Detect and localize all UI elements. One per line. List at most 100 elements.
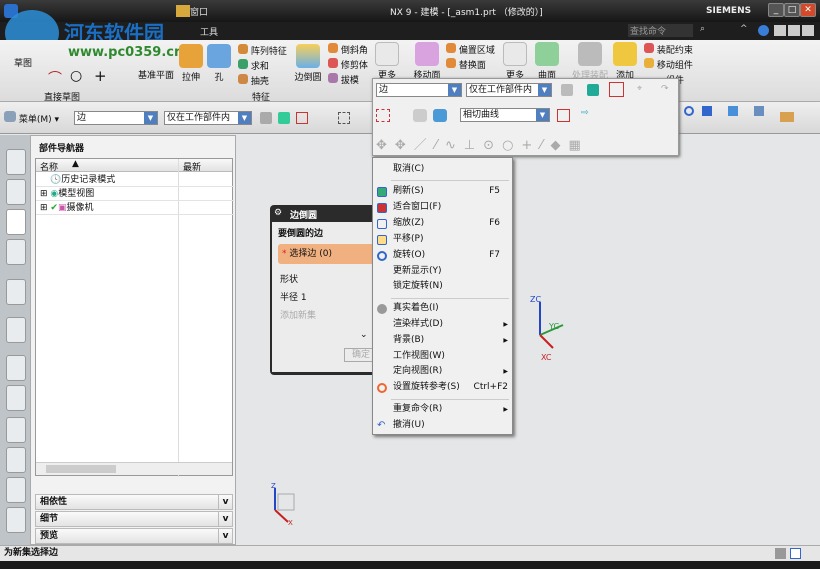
select-component-icon[interactable] (260, 112, 272, 124)
roles-tab[interactable] (6, 447, 26, 473)
collapse-ribbon-icon[interactable]: ^ (740, 24, 748, 34)
menu-item-undo[interactable]: ↶ 撤消(U) (373, 418, 512, 433)
draft-button[interactable]: 拔模 (328, 73, 359, 86)
menu-item-work-view[interactable]: 工作视图(W) (373, 349, 512, 364)
sketch-button[interactable]: 草图 (6, 56, 40, 69)
move-face-button[interactable]: 移动面 (412, 42, 442, 81)
constraint-navigator-tab[interactable] (6, 179, 26, 205)
filter-reset-icon[interactable] (278, 112, 290, 124)
system-scene-tab[interactable] (6, 507, 26, 533)
point-icon[interactable]: + (94, 67, 107, 85)
view-cube-icon[interactable] (728, 106, 738, 116)
tab-tools[interactable]: 工具 (200, 25, 218, 38)
follow-fillet-icon[interactable]: ⇨ (581, 108, 589, 118)
fit-icon[interactable] (702, 106, 712, 116)
system-visualization-tab[interactable] (6, 477, 26, 503)
snap-point-icon[interactable] (296, 112, 308, 124)
arc-icon[interactable]: ⌒ (48, 68, 62, 88)
menu-item-pan[interactable]: 平移(P) (373, 232, 512, 247)
process-tab[interactable] (6, 385, 26, 411)
menu-item-fit[interactable]: 适合窗口(F) (373, 200, 512, 215)
menu-item-set-rotation-ref[interactable]: 设置旋转参考(S) Ctrl+F2 (373, 380, 512, 395)
add-component-button[interactable]: 添加 (612, 42, 638, 81)
hole-button[interactable]: 孔 (206, 44, 232, 83)
menu-item-refresh[interactable]: 刷新(S) F5 (373, 184, 512, 199)
section-dependencies[interactable]: 相依性 v (35, 494, 233, 510)
column-name-header[interactable]: 名称 (40, 160, 58, 173)
menu-item-cancel[interactable]: 取消(C) (373, 162, 512, 177)
stop-at-intersection-icon[interactable] (557, 109, 570, 122)
section-details[interactable]: 细节 v (35, 511, 233, 527)
edge-blend-button[interactable]: 边倒圆 (292, 44, 324, 83)
select-edge-field[interactable]: * 选择边 (0) (278, 244, 378, 264)
circle-icon[interactable]: ○ (70, 68, 82, 84)
menu-item-background[interactable]: 背景(B) ▶ (373, 333, 512, 348)
select-body-icon[interactable] (433, 109, 447, 122)
reset-filter-icon[interactable] (587, 84, 599, 96)
horizontal-scrollbar[interactable] (36, 462, 232, 475)
select-component-icon[interactable] (561, 84, 573, 96)
menu-item-lock-rotation[interactable]: 锁定旋转(N) (373, 279, 512, 294)
menu-item-repeat-command[interactable]: 重复命令(R) ▶ (373, 402, 512, 417)
box-select-icon[interactable] (376, 109, 390, 122)
palette-tab[interactable] (6, 417, 26, 443)
pattern-feature-button[interactable]: 阵列特征 (238, 44, 287, 57)
assembly-constraint-button[interactable]: 装配约束 (644, 43, 693, 56)
more-button-2[interactable]: 更多 (502, 42, 528, 81)
clock-tab[interactable] (6, 355, 26, 381)
layout-icon[interactable] (775, 548, 786, 559)
history-tab[interactable] (6, 317, 26, 343)
popup-scope-select[interactable]: 仅在工作部件内 ▼ (466, 83, 552, 97)
menu-item-orient-view[interactable]: 定向视图(R) ▶ (373, 364, 512, 379)
trim-body-button[interactable]: 修剪体 (328, 58, 368, 71)
reuse-library-tab[interactable] (6, 239, 26, 265)
doc-restore-button[interactable] (788, 25, 800, 36)
gear-icon[interactable]: ⚙ (274, 208, 282, 218)
help-icon[interactable] (758, 25, 769, 36)
view-orient-icon[interactable] (754, 106, 764, 116)
section-preview[interactable]: 预览 v (35, 528, 233, 544)
edges-section-header[interactable]: 要倒圆的边 (278, 226, 323, 239)
datum-plane-button[interactable]: 基准平面 (136, 68, 176, 81)
replace-face-button[interactable]: 替换面 (446, 58, 486, 71)
maximize-button[interactable]: □ (784, 3, 800, 17)
box-select-icon[interactable] (338, 112, 350, 124)
fullscreen-icon[interactable] (790, 548, 801, 559)
tree-item-history-mode[interactable]: 🕓历史记录模式 (36, 173, 234, 187)
menu-item-render-style[interactable]: 渲染样式(D) ▶ (373, 317, 512, 332)
menu-item-true-shading[interactable]: 真实着色(I) (373, 301, 512, 316)
close-button[interactable]: ✕ (800, 3, 816, 17)
process-assembly-button[interactable]: 处理装配 (568, 42, 612, 81)
window-menu[interactable]: 窗口 (190, 5, 208, 18)
type-filter-select[interactable]: 边 ▼ (74, 111, 158, 125)
menu-item-update-display[interactable]: 更新显示(Y) (373, 264, 512, 279)
expand-icon[interactable]: ⊞ (36, 203, 48, 213)
column-latest-header[interactable]: 最新 (183, 160, 201, 173)
add-new-set-button[interactable]: 添加新集 (280, 308, 316, 321)
deselect-all-icon[interactable] (413, 109, 427, 122)
more-button-1[interactable]: 更多 (374, 42, 400, 81)
part-navigator-tab[interactable] (6, 209, 26, 235)
measure-icon[interactable] (780, 112, 794, 122)
snap-point-icons[interactable]: ✥✥／⁄∿⊥⊙○+⁄◆▦ (376, 134, 589, 153)
curve-rule-select[interactable]: 相切曲线 ▼ (460, 108, 550, 122)
popup-type-filter-select[interactable]: 边 ▼ (376, 83, 462, 97)
offset-region-button[interactable]: 偏置区域 (446, 43, 495, 56)
assembly-navigator-tab[interactable] (6, 149, 26, 175)
chamfer-button[interactable]: 倒斜角 (328, 43, 368, 56)
tree-item-cameras[interactable]: ⊞ ✔▣摄像机 (36, 201, 234, 215)
doc-minimize-button[interactable] (774, 25, 786, 36)
expand-icon[interactable]: ⊞ (36, 189, 48, 199)
search-command-input[interactable]: 查找命令 (628, 24, 693, 37)
rotate-icon[interactable] (684, 106, 694, 116)
menu-item-rotate[interactable]: 旋转(O) F7 (373, 248, 512, 263)
expand-more-icon[interactable]: ⌄ (360, 330, 368, 340)
minimize-button[interactable]: _ (768, 3, 784, 17)
scope-select[interactable]: 仅在工作部件内 ▼ (164, 111, 252, 125)
doc-close-button[interactable] (802, 25, 814, 36)
redo-icon[interactable]: ↷ (661, 84, 669, 94)
menu-item-zoom[interactable]: 缩放(Z) F6 (373, 216, 512, 231)
tree-item-model-views[interactable]: ⊞ ◉模型视图 (36, 187, 234, 201)
shell-button[interactable]: 抽壳 (238, 74, 269, 87)
snap-point-icon[interactable] (609, 82, 624, 97)
